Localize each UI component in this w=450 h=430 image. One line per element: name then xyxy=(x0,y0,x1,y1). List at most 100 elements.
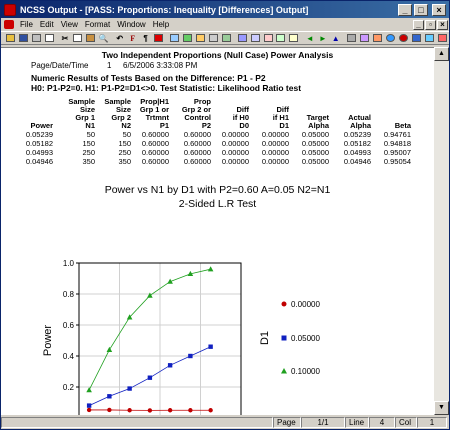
data-point xyxy=(167,408,173,413)
report-document[interactable]: Two Independent Proportions (Null Case) … xyxy=(1,47,434,415)
toolbar: ✂ 🔍 ↶ F ¶ ◄ ► ▲ xyxy=(1,31,449,45)
page-number: 1 xyxy=(107,61,112,70)
table-cell: 0.05000 xyxy=(301,157,329,166)
paste-icon[interactable] xyxy=(85,33,97,44)
y-tick-label: 0.6 xyxy=(63,321,75,330)
menu-window[interactable]: Window xyxy=(115,20,150,29)
status-page-value: 1/1 xyxy=(301,416,345,428)
table-icon[interactable] xyxy=(168,33,180,44)
table-cell: 0.60000 xyxy=(183,157,211,166)
stop-icon[interactable] xyxy=(397,33,409,44)
exit-icon[interactable] xyxy=(436,33,448,44)
close-button[interactable]: × xyxy=(432,3,446,16)
report-icon[interactable] xyxy=(275,33,287,44)
menu-view[interactable]: View xyxy=(59,20,83,29)
table-cell: 350 xyxy=(82,157,95,166)
find-icon[interactable]: 🔍 xyxy=(98,33,110,44)
chart-icon[interactable] xyxy=(181,33,193,44)
doc-close-button[interactable]: × xyxy=(437,19,448,30)
y-tick-label: 0.4 xyxy=(63,352,75,361)
undo-icon[interactable]: ↶ xyxy=(114,33,126,44)
save-icon[interactable] xyxy=(17,33,29,44)
settings-icon[interactable] xyxy=(345,33,357,44)
page-date-time-label: Page/Date/Time xyxy=(31,61,89,70)
status-col-label: Col xyxy=(395,416,417,428)
info-icon[interactable] xyxy=(410,33,422,44)
data-point xyxy=(167,363,173,368)
legend-label: 0.05000 xyxy=(291,334,320,343)
data-point xyxy=(127,386,132,391)
data-point xyxy=(86,403,92,408)
y-tick-label: 0.8 xyxy=(63,290,75,299)
status-page-label: Page xyxy=(273,416,301,428)
legend-marker xyxy=(281,335,287,341)
app-icon[interactable] xyxy=(4,3,16,16)
sheet-icon[interactable] xyxy=(288,33,300,44)
table-cell: 350 xyxy=(118,157,131,166)
y-axis-label: Power xyxy=(42,325,54,357)
hypothesis-line: H0: P1-P2=0. H1: P1-P2=D1<>0. Test Stati… xyxy=(31,83,302,93)
data-point xyxy=(127,408,132,413)
chart2-icon[interactable] xyxy=(358,33,370,44)
data-point xyxy=(208,344,213,349)
maximize-button[interactable]: □ xyxy=(414,3,428,16)
cut-icon[interactable]: ✂ xyxy=(59,33,71,44)
report-datetime: 6/5/2006 3:33:08 PM xyxy=(123,61,198,70)
legend-marker xyxy=(281,368,287,374)
legend-marker xyxy=(281,301,287,307)
vertical-scrollbar[interactable]: ▲ ▼ xyxy=(434,47,449,415)
data-point xyxy=(147,408,153,413)
table-cell: 0.04946 xyxy=(343,157,371,166)
status-col-value: 1 xyxy=(417,416,447,428)
legend-label: 0.00000 xyxy=(291,300,320,309)
copy-icon[interactable] xyxy=(72,33,84,44)
print-icon[interactable] xyxy=(30,33,42,44)
scroll-down-button[interactable]: ▼ xyxy=(434,401,449,415)
window-title: NCSS Output - [PASS: Proportions: Inequa… xyxy=(20,4,309,15)
tools-icon[interactable] xyxy=(194,33,206,44)
title-bar[interactable]: NCSS Output - [PASS: Proportions: Inequa… xyxy=(1,1,449,18)
stats-icon[interactable] xyxy=(220,33,232,44)
menu-file[interactable]: File xyxy=(18,20,38,29)
data-icon[interactable] xyxy=(262,33,274,44)
menu-edit[interactable]: Edit xyxy=(38,20,59,29)
preview-icon[interactable] xyxy=(43,33,55,44)
data-point xyxy=(208,408,213,413)
table-cell: 0.00000 xyxy=(261,157,289,166)
doc-minimize-button[interactable]: _ xyxy=(413,19,424,30)
data-point xyxy=(147,375,153,380)
menu-format[interactable]: Format xyxy=(83,20,115,29)
run-icon[interactable]: ▲ xyxy=(330,33,342,44)
document-icon[interactable] xyxy=(4,20,14,29)
color-icon[interactable] xyxy=(152,33,164,44)
report-title: Two Independent Proportions (Null Case) … xyxy=(101,50,334,60)
globe-icon[interactable] xyxy=(384,33,396,44)
nav-icon[interactable] xyxy=(236,33,248,44)
section-title: Numeric Results of Tests Based on the Di… xyxy=(31,73,266,83)
grid-icon[interactable] xyxy=(207,33,219,44)
app-window: NCSS Output - [PASS: Proportions: Inequa… xyxy=(0,0,450,430)
data-point xyxy=(107,407,112,413)
scroll-up-button[interactable]: ▲ xyxy=(434,47,449,61)
font-icon[interactable]: F xyxy=(126,33,138,44)
help-icon[interactable] xyxy=(423,33,435,44)
table-cell: 0.00000 xyxy=(221,157,249,166)
menu-bar: File Edit View Format Window Help _ ▫ × xyxy=(1,18,449,31)
paragraph-icon[interactable]: ¶ xyxy=(139,33,151,44)
nav-back-icon[interactable]: ◄ xyxy=(304,33,316,44)
nav-forward-icon[interactable]: ► xyxy=(317,33,329,44)
open-icon[interactable] xyxy=(4,33,16,44)
table-cell: 0.04946 xyxy=(25,157,53,166)
y-tick-label: 1.0 xyxy=(63,259,75,268)
legend-title: D1 xyxy=(259,331,271,345)
status-line-value: 4 xyxy=(369,416,395,428)
menu-help[interactable]: Help xyxy=(151,20,174,29)
status-bar: Page 1/1 Line 4 Col 1 xyxy=(1,415,449,429)
window-icon[interactable] xyxy=(249,33,261,44)
minimize-button[interactable]: _ xyxy=(398,3,412,16)
person-icon[interactable] xyxy=(371,33,383,44)
doc-restore-button[interactable]: ▫ xyxy=(425,19,436,30)
data-point xyxy=(86,407,92,413)
chart-title: Power vs N1 by D1 with P2=0.60 A=0.05 N2… xyxy=(104,184,331,196)
data-point xyxy=(188,353,193,359)
